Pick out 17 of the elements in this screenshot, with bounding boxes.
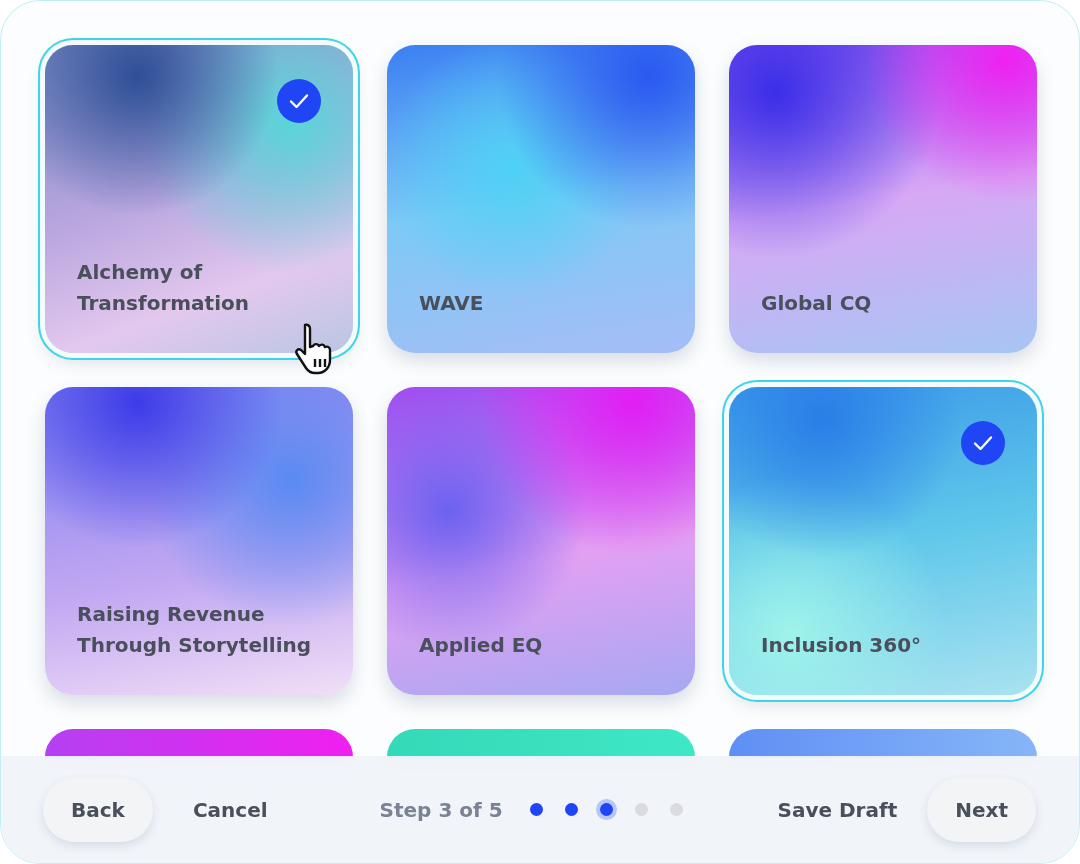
card-title: Raising Revenue Through Storytelling bbox=[77, 601, 313, 659]
card-title: Global CQ bbox=[761, 290, 873, 317]
cancel-button[interactable]: Cancel bbox=[176, 793, 284, 826]
check-badge-icon bbox=[961, 421, 1005, 465]
check-badge-icon bbox=[277, 79, 321, 123]
card-title: Inclusion 360° bbox=[761, 632, 923, 659]
card-title: WAVE bbox=[419, 290, 485, 317]
course-card[interactable]: Applied EQ bbox=[387, 387, 695, 695]
card-title: Applied EQ bbox=[419, 632, 544, 659]
course-card[interactable]: WAVE bbox=[387, 45, 695, 353]
step-label: Step 3 of 5 bbox=[379, 796, 503, 824]
course-card[interactable]: Raising Revenue Through Storytelling bbox=[45, 387, 353, 695]
card-title: Alchemy of Transformation bbox=[77, 259, 250, 317]
back-button[interactable]: Back bbox=[43, 777, 153, 842]
save-draft-button[interactable]: Save Draft bbox=[771, 793, 904, 826]
course-card[interactable]: Global CQ bbox=[729, 45, 1037, 353]
next-button[interactable]: Next bbox=[927, 777, 1036, 842]
